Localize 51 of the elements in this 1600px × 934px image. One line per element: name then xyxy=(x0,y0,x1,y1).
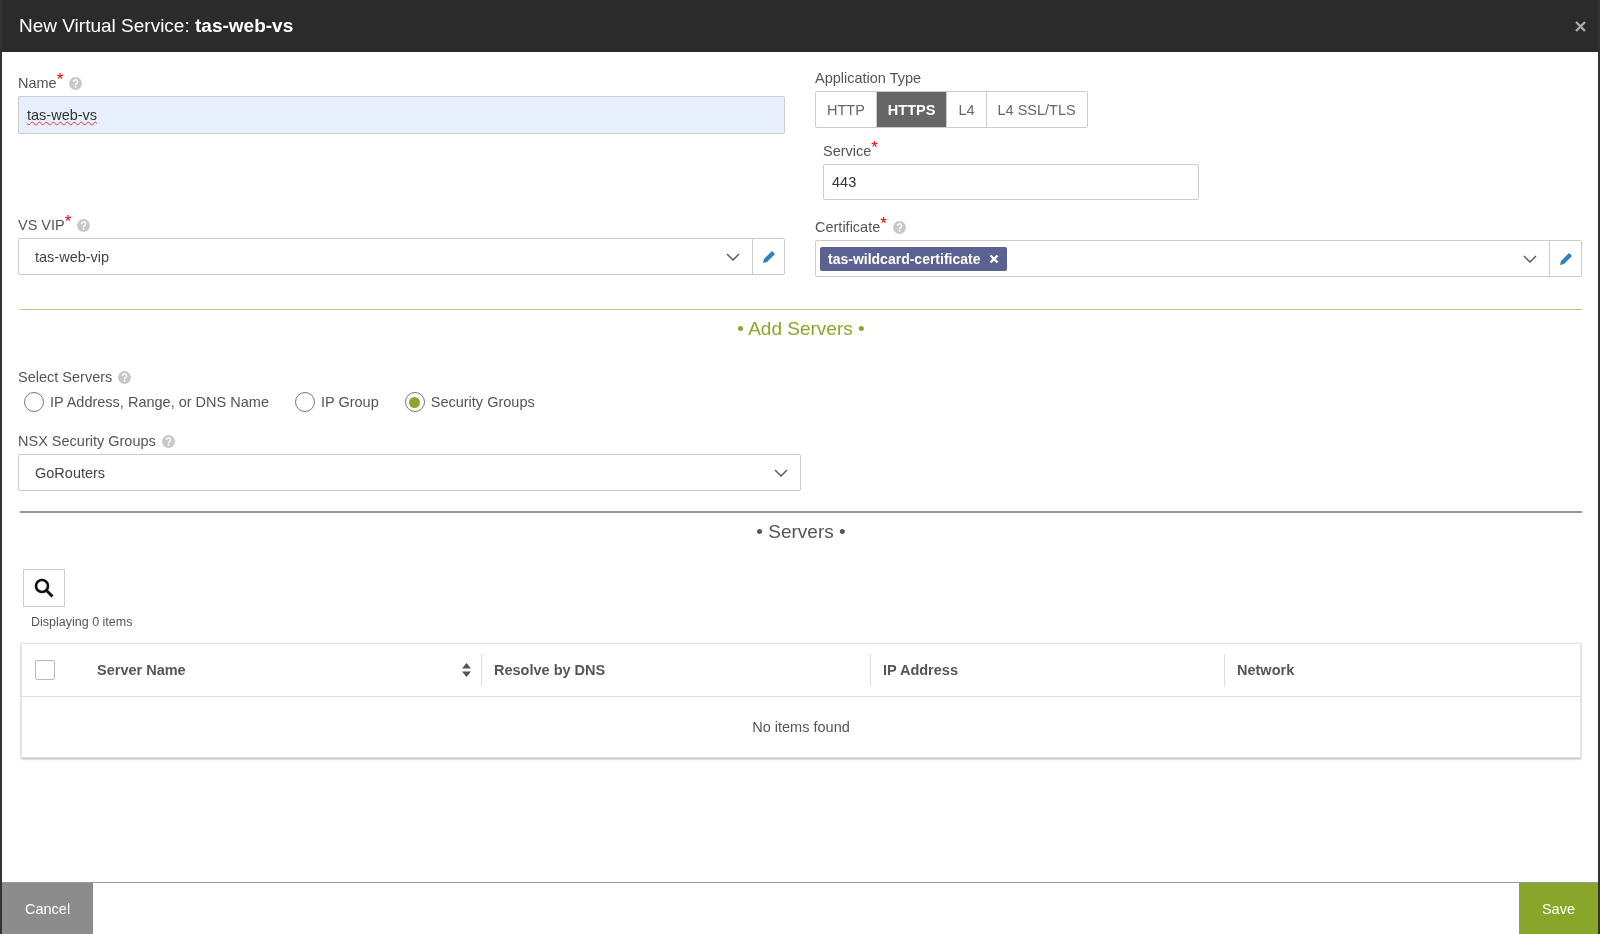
help-icon xyxy=(161,434,175,448)
certificate-dropdown[interactable]: tas-wildcard-certificate xyxy=(815,240,1582,277)
security-group-dropdown[interactable]: GoRouters xyxy=(18,454,801,491)
vs-vip-dropdown[interactable]: tas-web-vip xyxy=(18,238,785,275)
section-heading: • Add Servers • xyxy=(737,318,865,340)
select-all-checkbox[interactable] xyxy=(35,660,55,680)
search-button[interactable] xyxy=(23,569,65,607)
input-value: 443 xyxy=(832,174,857,190)
field-label: Name xyxy=(18,75,57,91)
close-icon[interactable] xyxy=(1575,20,1586,32)
name-input-field[interactable]: tas-web-vs xyxy=(18,96,785,134)
field-label: Application Type xyxy=(815,70,922,86)
column-header[interactable]: IP Address xyxy=(883,662,958,678)
empty-message: No items found xyxy=(752,719,850,735)
field-label: Select Servers xyxy=(18,369,113,385)
required-mark: * xyxy=(56,75,64,85)
search-icon xyxy=(34,578,54,598)
application-type-option[interactable]: L4 SSL/TLS xyxy=(985,92,1087,127)
column-header[interactable]: Network xyxy=(1237,662,1295,678)
required-mark: * xyxy=(64,217,72,227)
dialog-title: New Virtual Service: tas-web-vs xyxy=(19,15,294,37)
tag-label: tas-wildcard-certificate xyxy=(828,250,981,267)
required-mark: * xyxy=(880,219,887,229)
help-icon xyxy=(77,218,91,232)
help-icon xyxy=(892,220,906,234)
item-count: Displaying 0 items xyxy=(31,615,133,629)
remove-icon[interactable] xyxy=(988,253,999,264)
chevron-down-icon xyxy=(726,252,740,261)
required-mark: * xyxy=(871,143,878,153)
chevron-down-icon xyxy=(774,468,788,477)
dropdown-value: tas-web-vip xyxy=(34,247,111,267)
help-icon xyxy=(69,76,83,90)
pencil-icon xyxy=(1558,251,1573,266)
pencil-icon xyxy=(761,249,776,264)
column-header[interactable]: Server Name xyxy=(97,662,186,678)
field-label: VS VIP xyxy=(18,217,65,233)
section-heading: • Servers • xyxy=(756,521,846,543)
radio-option[interactable]: IP Address, Range, or DNS Name xyxy=(24,392,269,412)
application-type-option[interactable]: HTTPS xyxy=(875,92,947,127)
dropdown-value: GoRouters xyxy=(34,463,107,483)
help-icon xyxy=(118,370,132,384)
service-input-field[interactable]: 443 xyxy=(823,164,1199,200)
radio-option[interactable]: IP Group xyxy=(294,392,379,412)
radio-option[interactable]: Security Groups xyxy=(404,392,535,412)
input-value: tas-web-vs xyxy=(27,107,98,123)
column-header[interactable]: Resolve by DNS xyxy=(494,662,606,678)
field-label: NSX Security Groups xyxy=(18,433,156,449)
field-label: Service xyxy=(823,143,872,159)
chevron-down-icon xyxy=(1523,254,1537,263)
field-label: Certificate xyxy=(815,219,881,235)
sort-icon[interactable] xyxy=(462,663,471,677)
